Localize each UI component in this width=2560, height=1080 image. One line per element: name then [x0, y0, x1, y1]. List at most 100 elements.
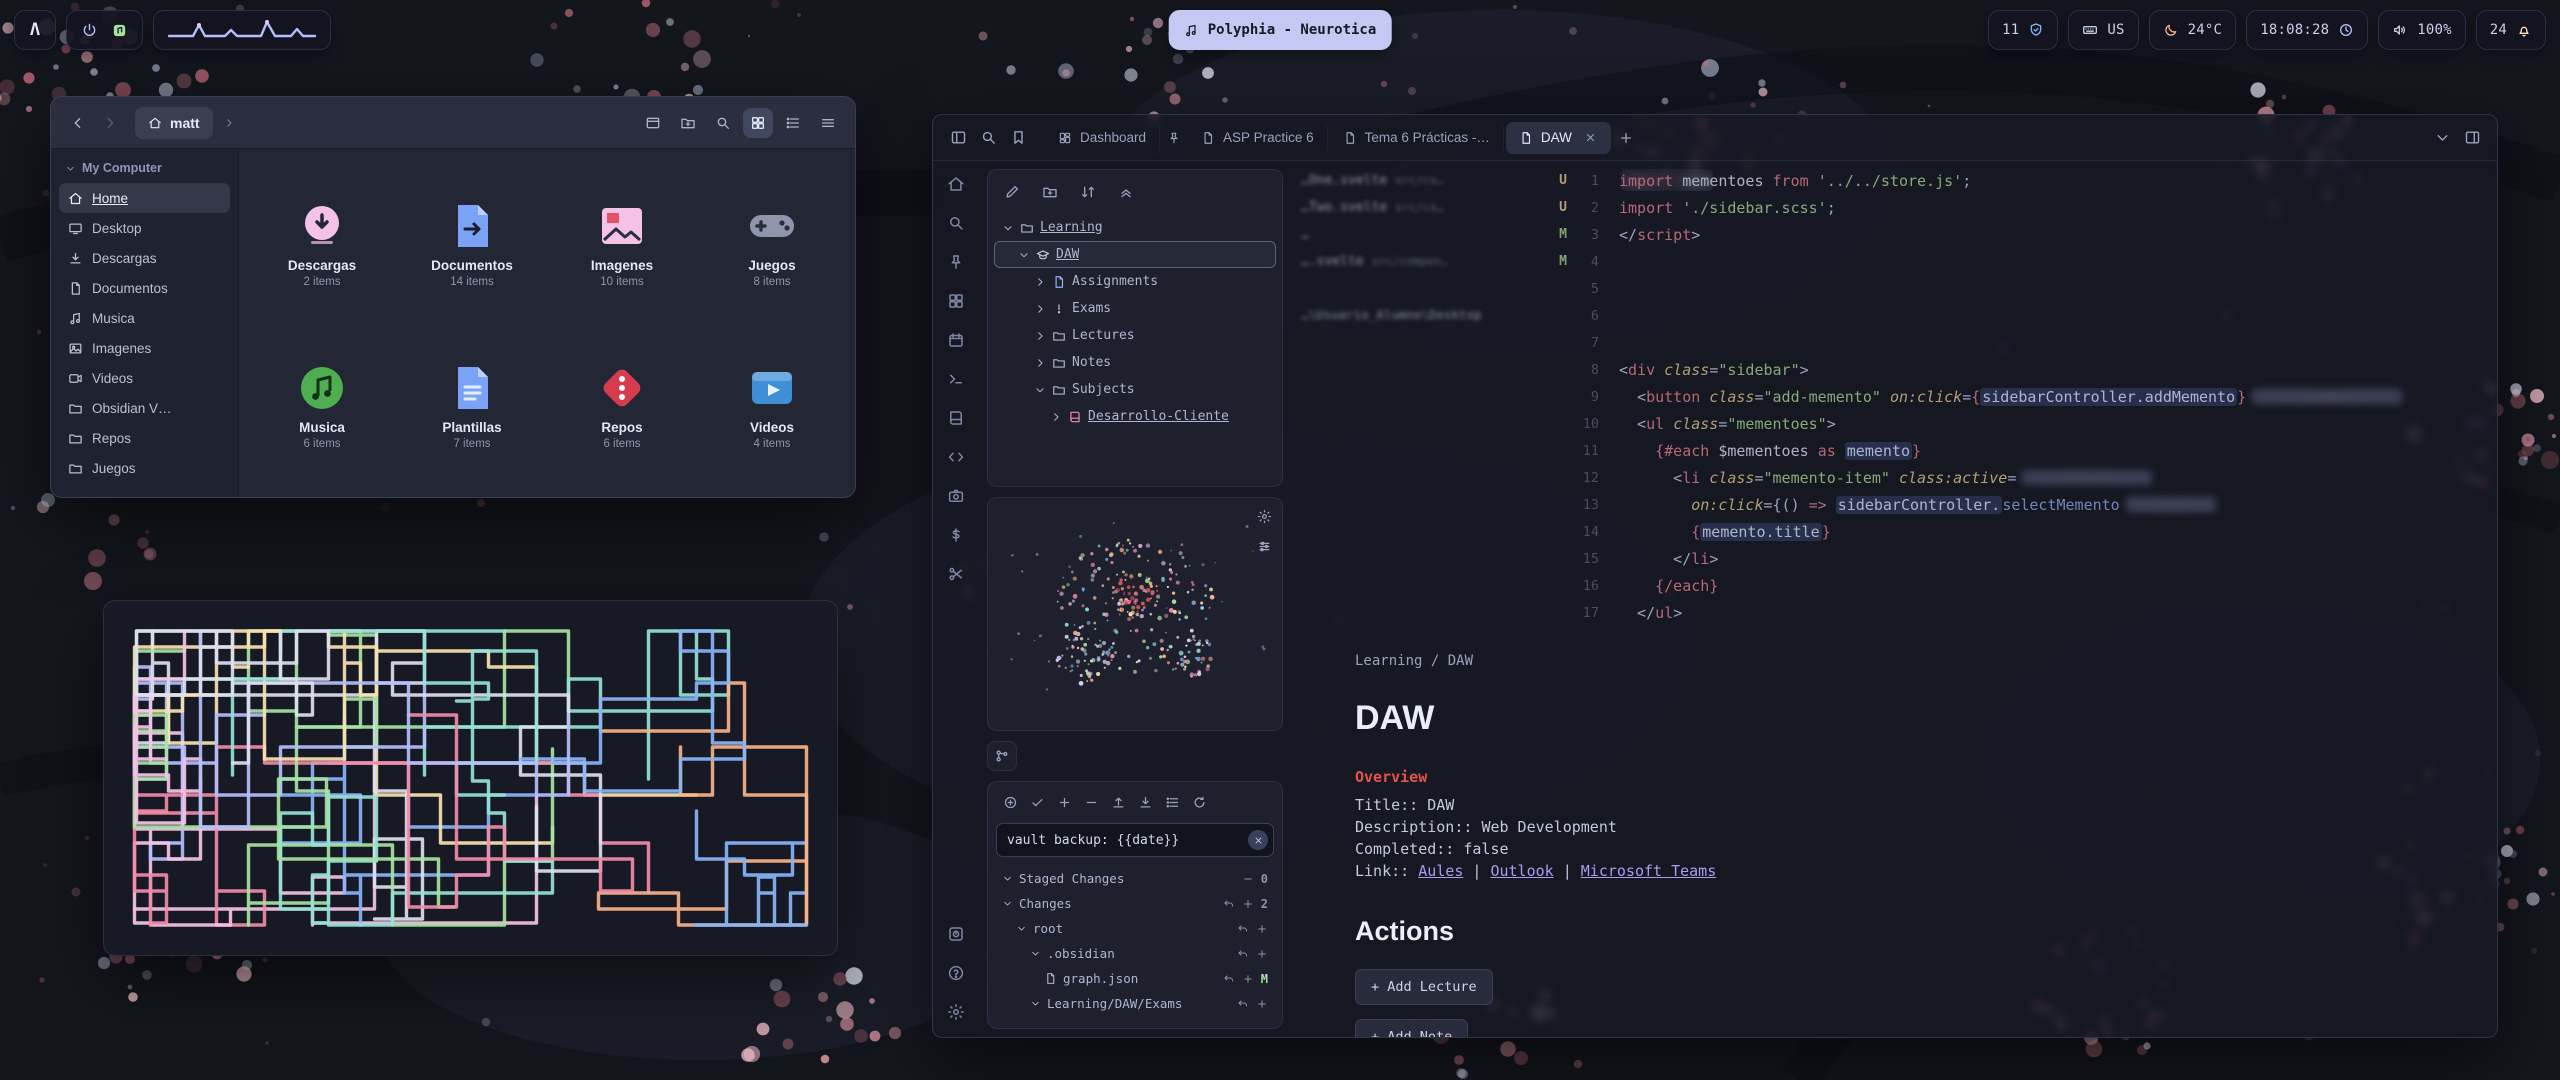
ribbon-scissors-button[interactable] [943, 561, 969, 587]
note-button-add-lecture[interactable]: + Add Lecture [1355, 969, 1493, 1005]
git-minus-action[interactable] [1242, 873, 1254, 885]
sidebar-item-videos[interactable]: Videos [59, 363, 230, 393]
graph-view[interactable] [996, 506, 1274, 722]
git-row-obsidian[interactable]: .obsidian [996, 941, 1274, 966]
git-undo-action[interactable] [1237, 948, 1249, 960]
breadcrumb[interactable]: matt [135, 107, 213, 139]
git-undo-action[interactable] [1237, 998, 1249, 1010]
ribbon-grid-button[interactable] [943, 288, 969, 314]
sidebar-item-imagenes[interactable]: Imagenes [59, 333, 230, 363]
git-row-changes[interactable]: Changes2 [996, 891, 1274, 916]
note-button-add-note[interactable]: + Add Note [1355, 1019, 1468, 1037]
tab-tema-6-pr-cticas[interactable]: Tema 6 Prácticas -… [1330, 122, 1504, 154]
ribbon-camera-button[interactable] [943, 483, 969, 509]
git-panel-badge[interactable] [987, 741, 1017, 771]
folder-videos[interactable]: Videos 4 items [699, 325, 845, 483]
palette-button[interactable] [111, 22, 128, 39]
git-download-button[interactable] [1133, 790, 1157, 814]
git-plus-button[interactable] [1052, 790, 1076, 814]
pane-button[interactable] [638, 108, 668, 138]
folder-imagenes[interactable]: Imagenes 10 items [549, 163, 695, 321]
git-check-button[interactable] [1025, 790, 1049, 814]
folder-descargas[interactable]: Descargas 2 items [249, 163, 395, 321]
grid-button[interactable] [743, 108, 773, 138]
search-button[interactable] [708, 108, 738, 138]
explorer-folder-plus-button[interactable] [1038, 180, 1062, 204]
git-minus-button[interactable] [1079, 790, 1103, 814]
sidebar-item-home[interactable]: Home [59, 183, 230, 213]
graph-gear-button[interactable] [1252, 504, 1276, 528]
keyboard-layout-widget[interactable]: US [2068, 10, 2138, 50]
list-button[interactable] [778, 108, 808, 138]
git-upload-button[interactable] [1106, 790, 1130, 814]
new-tab-button[interactable] [1613, 125, 1639, 151]
tab-dashboard[interactable]: Dashboard [1045, 122, 1160, 154]
back-button[interactable] [63, 108, 93, 138]
ribbon-book-button[interactable] [943, 405, 969, 431]
tree-item-desarrollo-cliente[interactable]: Desarrollo-Cliente [994, 403, 1276, 430]
ribbon-help-button[interactable] [943, 960, 969, 986]
ribbon-home-button[interactable] [943, 171, 969, 197]
git-row-graph-json[interactable]: graph.jsonM [996, 966, 1274, 991]
tree-item-daw[interactable]: DAW [994, 241, 1276, 268]
weather-widget[interactable]: 24°C [2149, 10, 2237, 50]
panel-right-button[interactable] [2459, 125, 2485, 151]
sidebar-item-repos[interactable]: Repos [59, 423, 230, 453]
ribbon-pin-button[interactable] [943, 249, 969, 275]
git-plus-action[interactable] [1256, 923, 1268, 935]
clear-commit-message-button[interactable] [1248, 830, 1268, 850]
ribbon-gear-button[interactable] [943, 999, 969, 1025]
ribbon-dollar-button[interactable] [943, 522, 969, 548]
sidebar-item-obsidian-v[interactable]: Obsidian V… [59, 393, 230, 423]
sidebar-item-musica[interactable]: Musica [59, 303, 230, 333]
sidebar-item-juegos[interactable]: Juegos [59, 453, 230, 483]
ribbon-terminal-button[interactable] [943, 366, 969, 392]
sidebar-item-documentos[interactable]: Documentos [59, 273, 230, 303]
launcher-button[interactable]: Λ [14, 10, 56, 50]
folder-repos[interactable]: Repos 6 items [549, 325, 695, 483]
folder-musica[interactable]: Musica 6 items [249, 325, 395, 483]
open-editor-item[interactable]: …Two.sveltesrc/co…U [1301, 200, 1567, 227]
link-aules[interactable]: Aules [1418, 862, 1463, 880]
ribbon-vault-button[interactable] [943, 921, 969, 947]
panel-left-button[interactable] [945, 125, 971, 151]
chevron-down-button[interactable] [2429, 125, 2455, 151]
pinned-tab-indicator[interactable] [1162, 126, 1186, 150]
menu-button[interactable] [813, 108, 843, 138]
git-refresh-button[interactable] [1187, 790, 1211, 814]
git-undo-action[interactable] [1237, 923, 1249, 935]
git-row-staged-changes[interactable]: Staged Changes0 [996, 866, 1274, 891]
link-microsoft-teams[interactable]: Microsoft Teams [1581, 862, 1716, 880]
commit-message-input[interactable] [996, 823, 1274, 857]
ribbon-code-button[interactable] [943, 444, 969, 470]
tree-item-notes[interactable]: Notes [994, 349, 1276, 376]
search-button[interactable] [975, 125, 1001, 151]
folder-documentos[interactable]: Documentos 14 items [399, 163, 545, 321]
git-circle-plus-button[interactable] [998, 790, 1022, 814]
explorer-collapse-button[interactable] [1114, 180, 1138, 204]
sidebar-item-descargas[interactable]: Descargas [59, 243, 230, 273]
folder-plus-button[interactable] [673, 108, 703, 138]
git-plus-action[interactable] [1256, 948, 1268, 960]
volume-widget[interactable]: 100% [2378, 10, 2466, 50]
git-plus-action[interactable] [1256, 998, 1268, 1010]
system-graph-widget[interactable] [153, 10, 331, 50]
ribbon-search-button[interactable] [943, 210, 969, 236]
git-undo-action[interactable] [1223, 973, 1235, 985]
folder-juegos[interactable]: Juegos 8 items [699, 163, 845, 321]
note-breadcrumb[interactable]: Learning / DAW [1355, 653, 2437, 669]
bookmark-button[interactable] [1005, 125, 1031, 151]
folder-plantillas[interactable]: Plantillas 7 items [399, 325, 545, 483]
tab-daw[interactable]: DAW [1506, 122, 1611, 154]
clock-widget[interactable]: 18:08:28 [2246, 10, 2368, 50]
sidebar-item-desktop[interactable]: Desktop [59, 213, 230, 243]
git-plus-action[interactable] [1242, 898, 1254, 910]
now-playing-widget[interactable]: Polyphia - Neurotica [1169, 10, 1392, 50]
updates-widget[interactable]: 11 [1988, 10, 2058, 50]
tree-item-exams[interactable]: Exams [994, 295, 1276, 322]
open-editor-item[interactable]: ….sveltesrc/compon…M [1301, 254, 1567, 281]
tree-item-subjects[interactable]: Subjects [994, 376, 1276, 403]
git-row-root[interactable]: root [996, 916, 1274, 941]
open-editor-item[interactable]: …M [1301, 227, 1567, 254]
tree-item-assignments[interactable]: Assignments [994, 268, 1276, 295]
